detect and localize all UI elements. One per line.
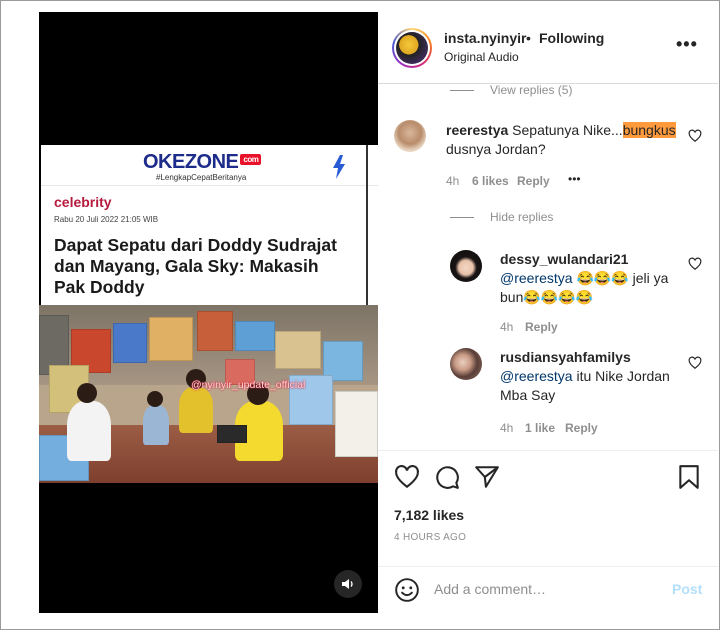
- reply-age: 4h: [500, 421, 514, 435]
- video-frame-image: @nyinyir_update_official: [39, 305, 378, 483]
- post-timestamp: 4 HOURS AGO: [394, 532, 467, 543]
- reply-username[interactable]: rusdiansyahfamilys: [500, 349, 631, 365]
- post-button[interactable]: Post: [672, 581, 702, 597]
- speaker-icon: [342, 579, 353, 589]
- reply-mention[interactable]: @reerestya: [500, 368, 573, 384]
- okezone-logo: OKEZONE com: [143, 151, 262, 174]
- comment-text: Sepatunya Nike...: [512, 122, 623, 138]
- likes-count[interactable]: 7,182 likes: [394, 507, 464, 523]
- reply-reply-button[interactable]: Reply: [525, 320, 558, 334]
- mute-button[interactable]: [334, 570, 362, 598]
- like-reply-icon[interactable]: [688, 356, 702, 370]
- comment-more-icon[interactable]: •••: [568, 172, 581, 186]
- reply-avatar[interactable]: [450, 250, 482, 282]
- article-category: celebrity: [54, 194, 112, 210]
- comment-text-rest: dusnya Jordan?: [446, 141, 546, 157]
- emoji-icon[interactable]: [394, 577, 420, 603]
- share-icon[interactable]: [474, 464, 500, 490]
- save-icon[interactable]: [676, 464, 702, 490]
- audio-link[interactable]: Original Audio: [444, 50, 519, 64]
- hide-replies-button[interactable]: Hide replies: [490, 210, 553, 224]
- comment-highlight: bungkus: [622, 122, 676, 138]
- post-media[interactable]: OKEZONE com #LengkapCepatBeritanya celebr…: [39, 12, 378, 613]
- comment-icon[interactable]: [434, 464, 460, 490]
- reply-body: dessy_wulandari21 @reerestya 😂😂😂 jeli ya…: [500, 250, 680, 307]
- post-header: insta.nyinyir • Following Original Audio…: [378, 12, 718, 84]
- comment-likes[interactable]: 6 likes: [472, 174, 509, 188]
- article-topbar: OKEZONE com #LengkapCepatBeritanya: [41, 145, 378, 186]
- reply-mention[interactable]: @reerestya: [500, 270, 573, 286]
- article-date: Rabu 20 Juli 2022 21:05 WIB: [54, 215, 159, 224]
- profile-username[interactable]: insta.nyinyir: [444, 30, 526, 46]
- post-sidebar: insta.nyinyir • Following Original Audio…: [378, 12, 718, 613]
- comment-reply-button[interactable]: Reply: [517, 174, 550, 188]
- comment-bar: Post: [378, 566, 718, 613]
- reply-body: rusdiansyahfamilys @reerestya itu Nike J…: [500, 348, 680, 405]
- article-headline: Dapat Sepatu dari Doddy Sudrajat dan May…: [54, 235, 337, 297]
- comment-age: 4h: [446, 174, 460, 188]
- separator-dot: •: [526, 30, 531, 46]
- view-replies-button[interactable]: View replies (5): [490, 83, 572, 97]
- profile-avatar[interactable]: [392, 28, 432, 68]
- reply-reply-button[interactable]: Reply: [565, 421, 598, 435]
- comment-username[interactable]: reerestya: [446, 122, 508, 138]
- article-divider: [366, 145, 368, 305]
- comment-body: reerestya Sepatunya Nike...bungkus dusny…: [446, 121, 676, 159]
- commenter-avatar[interactable]: [394, 120, 426, 152]
- comment-input[interactable]: [434, 581, 654, 597]
- hide-replies-line: [450, 217, 474, 218]
- reply-username[interactable]: dessy_wulandari21: [500, 251, 628, 267]
- like-reply-icon[interactable]: [688, 257, 702, 271]
- article-screenshot: OKEZONE com #LengkapCepatBeritanya celebr…: [41, 145, 378, 305]
- following-button[interactable]: Following: [539, 30, 604, 46]
- video-watermark: @nyinyir_update_official: [191, 379, 306, 391]
- reply-age: 4h: [500, 320, 514, 334]
- article-tagline: #LengkapCepatBeritanya: [156, 173, 247, 182]
- like-icon[interactable]: [394, 464, 420, 490]
- reply-avatar[interactable]: [450, 348, 482, 380]
- lightning-icon: [333, 155, 345, 179]
- more-options-icon[interactable]: •••: [676, 34, 698, 55]
- like-comment-icon[interactable]: [688, 129, 702, 143]
- replies-line: [450, 90, 474, 91]
- reply-likes[interactable]: 1 like: [525, 421, 555, 435]
